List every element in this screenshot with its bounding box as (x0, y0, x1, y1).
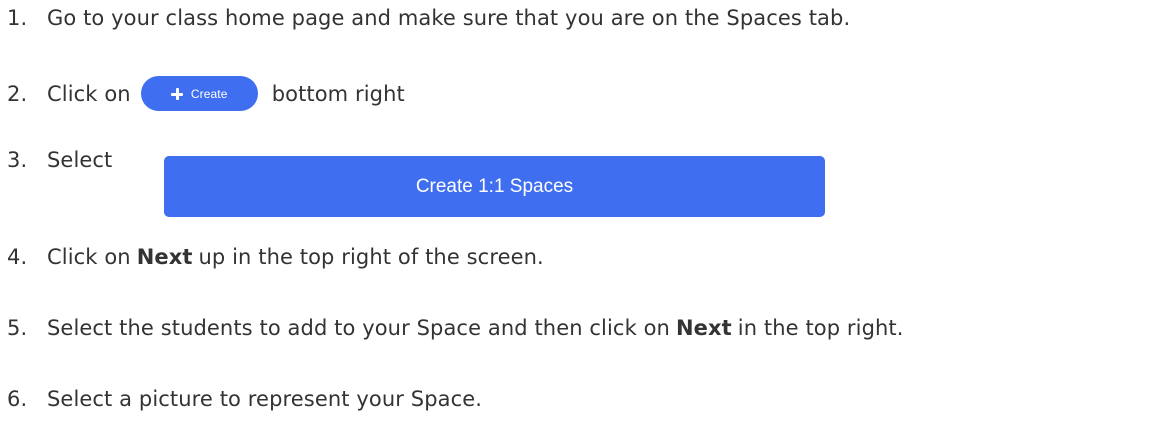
step-text-after: up in the top right of the screen. (198, 245, 544, 269)
step-text-before: Click on (47, 81, 131, 106)
create-button[interactable]: Create (140, 76, 258, 111)
step-number: 4. (7, 245, 28, 269)
step-number: 5. (7, 316, 28, 340)
create-one-to-one-spaces-label: Create 1:1 Spaces (415, 175, 574, 197)
create-one-to-one-spaces-button[interactable]: Create 1:1 Spaces (164, 156, 825, 217)
step-2: 2. Click on Create bottom right (0, 76, 405, 111)
step-bold-next: Next (675, 316, 732, 340)
step-text-after: bottom right (271, 81, 405, 106)
step-4: 4. Click on Next up in the top right of … (0, 245, 544, 269)
plus-icon (170, 87, 183, 100)
step-text-after: in the top right. (737, 316, 904, 340)
step-number: 1. (7, 6, 28, 30)
step-text-before: Click on (47, 245, 131, 269)
step-5: 5. Select the students to add to your Sp… (0, 316, 904, 340)
step-text-before: Select (47, 148, 113, 172)
step-bold-next: Next (136, 245, 193, 269)
step-text: Select a picture to represent your Space… (47, 387, 483, 411)
step-text: Go to your class home page and make sure… (47, 6, 851, 30)
step-3: 3. Select (0, 148, 112, 172)
step-1: 1. Go to your class home page and make s… (0, 6, 850, 30)
step-text-before: Select the students to add to your Space… (47, 316, 670, 340)
step-number: 2. (7, 81, 28, 106)
step-number: 3. (7, 148, 28, 172)
step-number: 6. (7, 387, 28, 411)
create-button-label: Create (190, 86, 228, 101)
step-6: 6. Select a picture to represent your Sp… (0, 387, 482, 411)
